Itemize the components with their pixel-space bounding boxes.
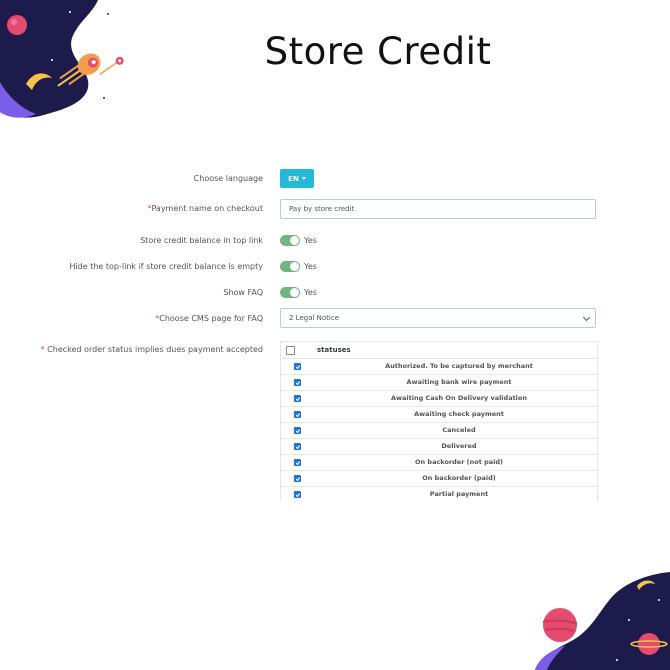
status-checkbox[interactable] (294, 459, 301, 466)
status-name: Awaiting bank wire payment (406, 378, 512, 386)
language-dropdown-button[interactable]: EN (280, 169, 314, 188)
cms-page-select-value: 2 Legal Notice (289, 314, 340, 322)
choose-language-label: Choose language (193, 174, 263, 183)
status-name: Awaiting check payment (414, 410, 504, 418)
status-name: Delivered (441, 442, 477, 450)
check-icon (295, 396, 300, 401)
table-row: Partial payment (281, 487, 597, 501)
status-name: Awaiting Cash On Delivery validation (390, 394, 528, 402)
balance-top-link-label: Store credit balance in top link (140, 236, 263, 245)
table-row: Awaiting check payment (281, 407, 597, 423)
language-button-label: EN (288, 174, 299, 183)
payment-name-input[interactable]: Pay by store credit (280, 199, 596, 219)
check-icon (295, 428, 300, 433)
table-row: Delivered (281, 439, 597, 455)
caret-down-icon (301, 177, 306, 180)
status-checkbox[interactable] (294, 379, 301, 386)
switch-knob (290, 288, 299, 297)
switch-knob (290, 262, 299, 271)
statuses-table-header: statuses (281, 342, 597, 359)
page-title: Store Credit (264, 30, 492, 73)
order-status-label-text: Checked order status implies dues paymen… (47, 345, 263, 354)
statuses-column-header: statuses (317, 346, 351, 354)
status-checkbox[interactable] (294, 411, 301, 418)
status-checkbox[interactable] (294, 395, 301, 402)
chevron-down-icon (582, 313, 591, 322)
check-icon (295, 412, 300, 417)
hide-top-link-label: Hide the top-link if store credit balanc… (69, 262, 263, 271)
status-name: On backorder (paid) (422, 474, 496, 482)
check-icon (295, 492, 300, 497)
payment-name-label: *Payment name on checkout (147, 204, 263, 213)
table-row: Awaiting bank wire payment (281, 375, 597, 391)
check-icon (295, 364, 300, 369)
payment-name-label-text: Payment name on checkout (151, 204, 263, 213)
table-row: On backorder (paid) (281, 471, 597, 487)
hide-top-link-value: Yes (304, 262, 317, 271)
table-row: Canceled (281, 423, 597, 439)
statuses-table: statuses Authorized. To be captured by m… (280, 341, 598, 501)
table-row: Authorized. To be captured by merchant (281, 359, 597, 375)
switch-knob (290, 236, 299, 245)
hide-top-link-switch[interactable] (280, 261, 300, 272)
status-checkbox[interactable] (294, 427, 301, 434)
balance-top-link-switch[interactable] (280, 235, 300, 246)
status-name: Authorized. To be captured by merchant (385, 362, 533, 370)
space-decoration-bottom-right (535, 572, 670, 670)
order-status-label: * Checked order status implies dues paym… (41, 345, 263, 354)
status-checkbox[interactable] (294, 491, 301, 498)
cms-page-select[interactable]: 2 Legal Notice (280, 308, 596, 328)
status-checkbox[interactable] (294, 443, 301, 450)
show-faq-label: Show FAQ (223, 288, 263, 297)
table-row: Awaiting Cash On Delivery validation (281, 391, 597, 407)
status-checkbox[interactable] (294, 363, 301, 370)
cms-page-label-text: Choose CMS page for FAQ (159, 314, 263, 323)
check-icon (295, 476, 300, 481)
check-icon (295, 380, 300, 385)
status-checkbox[interactable] (294, 475, 301, 482)
status-name: Canceled (442, 426, 476, 434)
table-row: On backorder (not paid) (281, 455, 597, 471)
required-mark: * (40, 345, 45, 354)
status-name: On backorder (not paid) (415, 458, 503, 466)
show-faq-value: Yes (304, 288, 317, 297)
status-name: Partial payment (429, 490, 489, 498)
statuses-table-body: Authorized. To be captured by merchant Aw… (281, 359, 597, 501)
check-icon (295, 444, 300, 449)
check-icon (295, 460, 300, 465)
cms-page-label: *Choose CMS page for FAQ (155, 314, 263, 323)
show-faq-switch[interactable] (280, 287, 300, 298)
balance-top-link-value: Yes (304, 236, 317, 245)
select-all-checkbox[interactable] (286, 346, 295, 355)
